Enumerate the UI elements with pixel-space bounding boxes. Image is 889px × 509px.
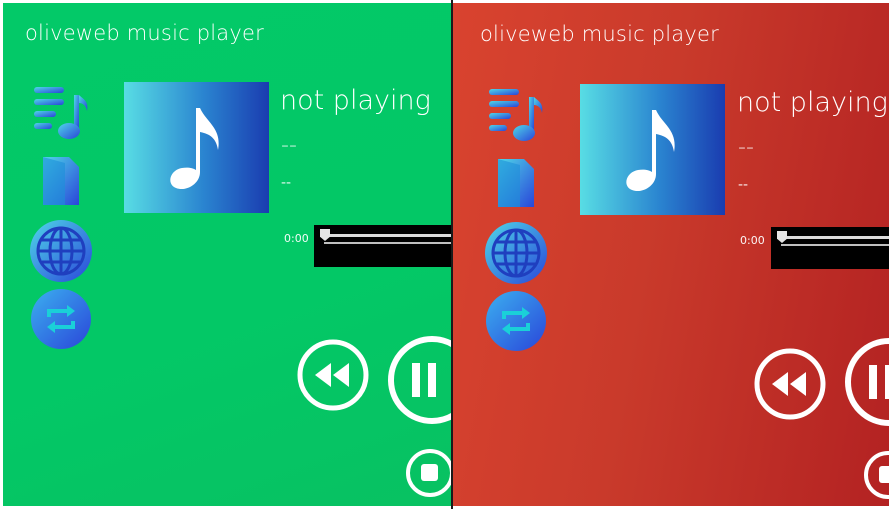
player-window-red: oliveweb music player not playing -- -- … [453, 3, 889, 506]
track-artist: -- [738, 135, 754, 160]
track-title: not playing [280, 85, 431, 116]
album-art [580, 84, 725, 215]
track-artist: -- [281, 133, 297, 158]
music-note-icon [170, 108, 219, 190]
pause-icon [412, 363, 420, 397]
seek-thumb[interactable] [777, 231, 787, 243]
screenshot-stage: oliveweb music player not playing -- -- … [0, 0, 889, 509]
seek-track [777, 236, 889, 239]
player-window-green: oliveweb music player not playing -- -- … [3, 3, 451, 506]
repeat-icon[interactable] [484, 289, 548, 353]
globe-icon[interactable] [483, 220, 549, 286]
track-album: -- [738, 177, 749, 193]
volume-track [781, 244, 889, 246]
pause-icon [869, 365, 877, 399]
pause-button[interactable] [843, 335, 889, 429]
track-title: not playing [737, 87, 888, 118]
stop-icon [421, 464, 438, 481]
seek-bar[interactable] [314, 225, 451, 267]
album-art [124, 82, 269, 213]
library-icon[interactable] [494, 155, 540, 211]
volume-track [324, 242, 451, 244]
repeat-icon[interactable] [29, 287, 93, 351]
track-album: -- [281, 175, 292, 191]
seek-track [320, 234, 451, 237]
elapsed-time: 0:00 [740, 234, 765, 247]
pause-button[interactable] [386, 333, 451, 427]
rewind-icon [772, 372, 788, 396]
rewind-button[interactable] [752, 346, 828, 422]
rewind-button[interactable] [295, 337, 371, 413]
rewind-icon [315, 363, 331, 387]
globe-icon[interactable] [28, 218, 94, 284]
elapsed-time: 0:00 [284, 232, 309, 245]
stop-icon [879, 466, 889, 483]
stop-button[interactable] [404, 447, 451, 501]
app-title: oliveweb music player [25, 21, 264, 45]
playlist-icon[interactable] [486, 85, 548, 145]
seek-bar[interactable] [771, 227, 889, 269]
music-note-icon [626, 110, 675, 192]
stop-button[interactable] [862, 449, 889, 503]
app-title: oliveweb music player [480, 22, 719, 46]
library-icon[interactable] [39, 153, 85, 209]
playlist-icon[interactable] [31, 83, 93, 143]
seek-thumb[interactable] [320, 229, 330, 241]
